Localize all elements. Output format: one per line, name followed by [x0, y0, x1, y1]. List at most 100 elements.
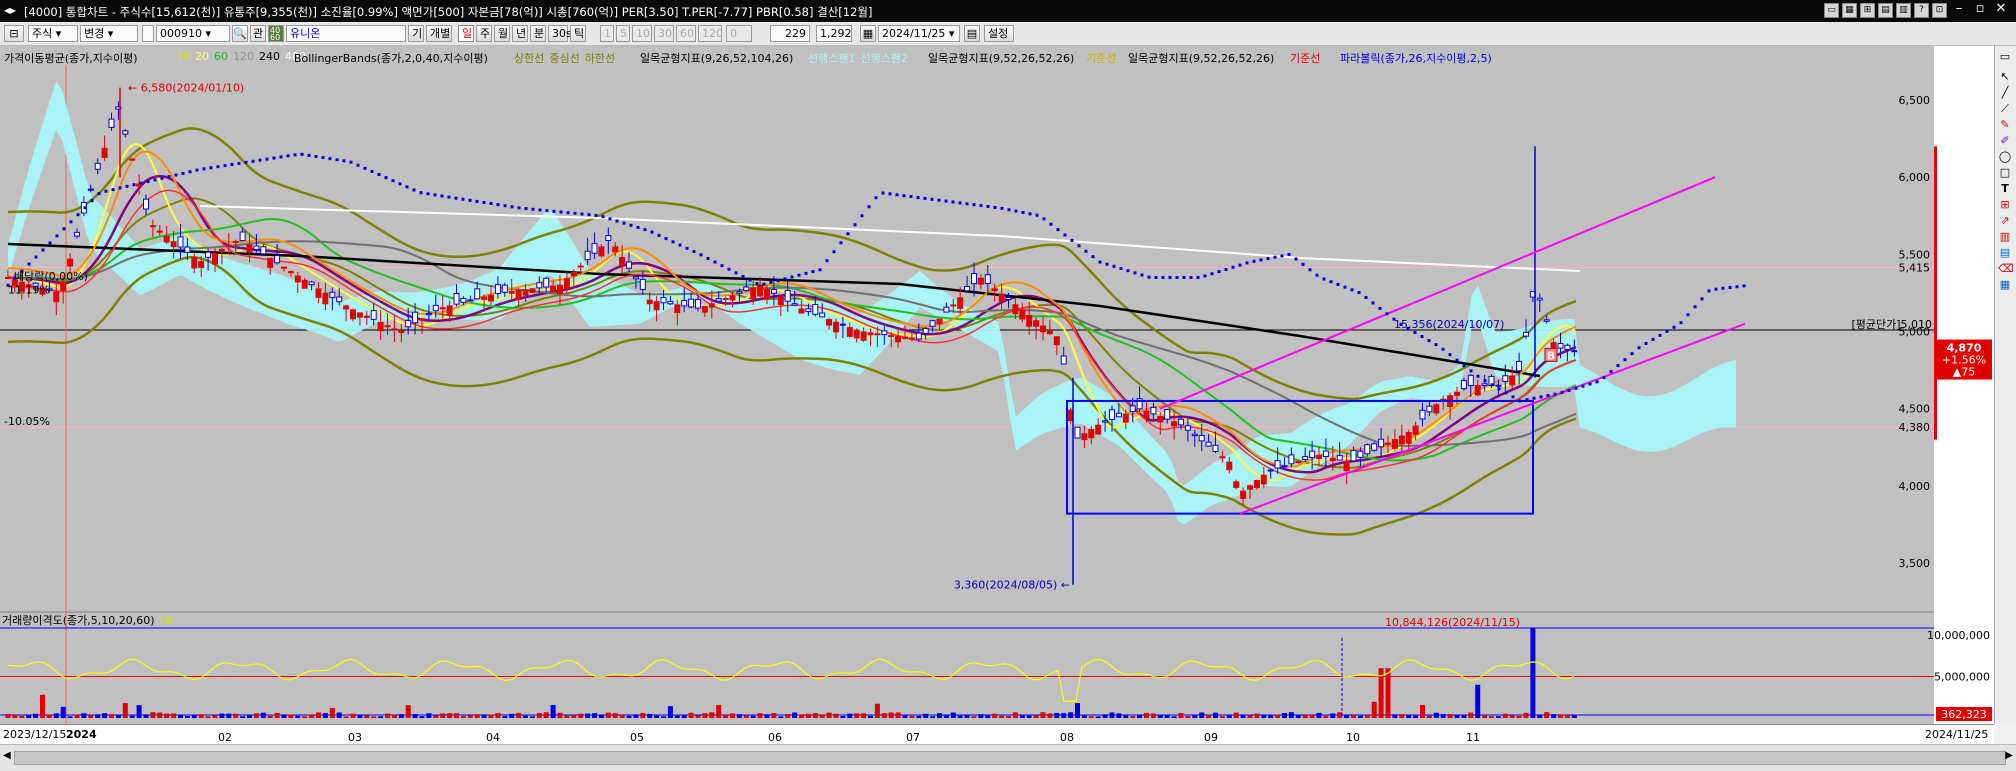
candle-body	[639, 279, 646, 291]
parabolic-dot	[328, 157, 332, 161]
legend-ichimoku2[interactable]: 일목균형지표(9,52,26,52,26)	[928, 50, 1074, 66]
layers-icon[interactable]: ▦	[1998, 278, 2012, 292]
volume-bar	[1040, 712, 1046, 718]
minimize-icon[interactable]: –	[1950, 2, 1968, 16]
volume-bar	[771, 713, 777, 718]
window-tile-icon[interactable]: ▭	[1824, 3, 1839, 18]
parabolic-dot	[1014, 209, 1018, 213]
parabolic-dot	[153, 178, 157, 182]
candle-body	[929, 320, 936, 327]
maximize-icon[interactable]: ▫	[1971, 2, 1989, 16]
period-30s-button[interactable]: 30s	[548, 25, 572, 42]
candle-body	[67, 258, 74, 267]
volume-bar	[67, 716, 73, 718]
mark-tool-icon[interactable]: ▥	[1998, 230, 2012, 244]
rect-icon[interactable]: □	[1998, 166, 2012, 180]
candle-body	[1247, 485, 1253, 490]
nav-arrows-icon[interactable]: ◂▸	[4, 3, 16, 17]
parabolic-dot	[1266, 257, 1270, 261]
candle-body	[129, 158, 136, 161]
pencil-icon[interactable]: ✎	[1998, 118, 2012, 132]
candle-body	[474, 288, 481, 300]
settings-button[interactable]: 설정	[984, 25, 1014, 42]
gwan-button[interactable]: 관	[250, 25, 266, 42]
line-tool-icon[interactable]: ╱	[1998, 86, 2012, 100]
parabolic-dot	[321, 156, 325, 160]
period-week-button[interactable]: 주	[476, 25, 492, 42]
scroll-right-icon[interactable]: ▶	[2005, 750, 2013, 761]
date-input[interactable]: 2024/11/25 ▾	[878, 25, 960, 42]
interval-1-button[interactable]: 1	[600, 25, 614, 42]
parabolic-dot	[1077, 244, 1081, 248]
period-month-button[interactable]: 월	[494, 25, 510, 42]
price-chart-svg[interactable]: ← 6,580(2024/01/10) 3,360(2024/08/05) ← 배당…	[0, 46, 1994, 724]
window-help-icon[interactable]: ?	[1914, 3, 1929, 18]
expand-icon[interactable]: ▭	[1998, 50, 2012, 64]
calendar-icon[interactable]: ▦	[860, 25, 876, 42]
cursor-icon[interactable]: ↖	[1998, 70, 2012, 84]
volume-bar	[868, 715, 873, 718]
volume-legend-period: 10	[158, 614, 173, 627]
volume-legend: 거래량이격도(종가,5,10,20,60) 10	[2, 612, 172, 628]
interval-10-button[interactable]: 10	[632, 25, 652, 42]
legend-ma[interactable]: 가격이동평균(종가,지수이평)	[4, 50, 138, 66]
scale-input[interactable]: 1,292	[816, 25, 852, 42]
interval-60-button[interactable]: 60	[676, 25, 696, 42]
scroll-thumb[interactable]	[14, 751, 2006, 765]
interval-30-button[interactable]: 30	[654, 25, 674, 42]
brush-icon[interactable]: ✐	[1998, 134, 2012, 148]
change-select[interactable]: 변경 ▾	[80, 25, 138, 42]
arrow-tool-icon[interactable]: ⇗	[1998, 214, 2012, 228]
search-icon[interactable]: 🔍	[232, 25, 248, 42]
interval-0-input[interactable]: 0	[726, 25, 752, 42]
parabolic-dot	[874, 196, 878, 200]
gaebyeol-button[interactable]: 개별	[426, 25, 452, 42]
ellipse-icon[interactable]: ◯	[1998, 150, 2012, 164]
cycle-tool-icon[interactable]: ▤	[1998, 246, 2012, 260]
volume-bar	[667, 706, 673, 718]
period-tick-button[interactable]: 틱	[570, 25, 586, 42]
volume-bar	[543, 712, 549, 718]
volume-bar	[260, 712, 266, 718]
legend-parabolic[interactable]: 파라볼릭(종가,26,지수이평,2,5)	[1340, 50, 1492, 66]
volume-bar	[19, 715, 25, 718]
horizontal-scrollbar[interactable]: ◀ ▶	[0, 744, 2016, 771]
volume-bar	[536, 712, 542, 718]
gi-button[interactable]: 기	[408, 25, 424, 42]
erase-icon[interactable]: ⌫	[1998, 262, 2014, 276]
volume-legend-label[interactable]: 거래량	[2, 614, 32, 627]
window-save-icon[interactable]: ▤	[1878, 3, 1893, 18]
volume-bar	[1068, 712, 1074, 718]
period-day-button[interactable]: 일	[458, 25, 474, 42]
volume-bar	[1137, 714, 1143, 718]
parabolic-dot	[888, 192, 892, 196]
window-pin-icon[interactable]: ⊡	[1932, 3, 1947, 18]
period-year-button[interactable]: 년	[512, 25, 528, 42]
code-input[interactable]: 000910 ▾	[156, 25, 230, 42]
count-input[interactable]: 229	[770, 25, 810, 42]
scroll-left-icon[interactable]: ◀	[3, 750, 11, 761]
code-spin-icon[interactable]	[142, 25, 154, 42]
parabolic-dot	[405, 185, 409, 189]
trend-tool-icon[interactable]: ⟋	[1998, 102, 2012, 116]
interval-5-button[interactable]: 5	[616, 25, 630, 42]
close-icon[interactable]: ✕	[1992, 2, 2010, 16]
window-link-icon[interactable]: ⊞	[1860, 3, 1875, 18]
volume-legend-indicator[interactable]: 이격도(종가,5,10,20,60)	[32, 614, 154, 627]
lock-icon[interactable]: ⊟	[4, 25, 24, 42]
type-select[interactable]: 주식 ▾	[28, 25, 78, 42]
legend-ichimoku1[interactable]: 일목균형지표(9,26,52,104,26)	[640, 50, 793, 66]
toolbar-grid-icon[interactable]: ▤	[964, 25, 980, 42]
window-print-icon[interactable]: ▥	[1896, 3, 1911, 18]
candle-body	[660, 296, 667, 304]
candle-body	[439, 307, 446, 310]
legend-ichimoku3[interactable]: 일목균형지표(9,52,26,52,26)	[1128, 50, 1274, 66]
fib-icon[interactable]: ⊞	[1998, 198, 2012, 212]
interval-120-button[interactable]: 120	[698, 25, 723, 42]
volume-bar	[612, 713, 618, 718]
window-grid-icon[interactable]: ▦	[1842, 3, 1857, 18]
legend-bb[interactable]: BollingerBands(종가,2,0,40,지수이평)	[294, 50, 488, 66]
sector-badge[interactable]: 40 60	[268, 25, 284, 42]
period-min-button[interactable]: 분	[530, 25, 546, 42]
text-tool-icon[interactable]: T	[1998, 182, 2012, 196]
